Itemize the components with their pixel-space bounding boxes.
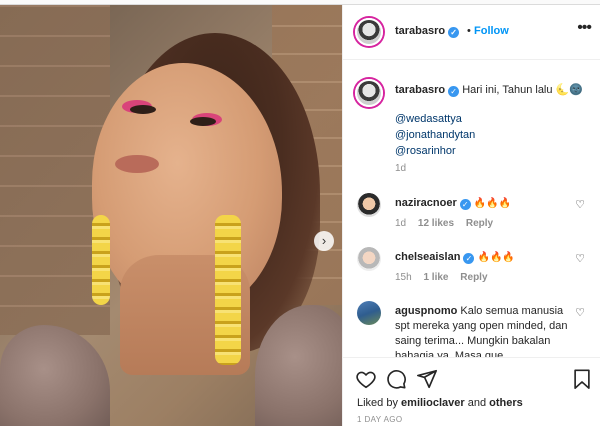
heart-icon[interactable] [355,368,377,390]
chevron-right-icon: › [321,233,327,248]
avatar[interactable] [357,247,381,271]
heart-icon[interactable]: ♡ [575,306,585,319]
post-side-panel: tarabasro ✓ • Follow ••• tarabasro ✓ Hari … [342,5,600,426]
photo-eye-right [190,117,216,126]
liked-by-user-link[interactable]: emilioclaver [401,397,465,409]
caption-username[interactable]: tarabasro [395,84,445,96]
photo-earring-right [215,215,241,365]
comment-text: 🔥🔥🔥 [473,198,512,209]
comments-list[interactable]: tarabasro ✓ Hari ini, Tahun lalu 🌜🌚 @weda… [343,61,600,357]
heart-icon[interactable]: ♡ [575,198,585,211]
comment-likes[interactable]: 12 likes [418,218,454,229]
next-photo-button[interactable]: › [314,231,334,251]
caption-avatar[interactable] [355,79,383,107]
comment-time: 1d [395,218,407,229]
share-icon[interactable] [416,368,438,390]
comment-username[interactable]: chelseaislan [395,251,460,263]
liked-by: Liked by emilioclaver and others [357,397,523,409]
verified-badge-icon: ✓ [459,199,471,210]
post-actions: Liked by emilioclaver and others 1 DAY A… [343,357,600,426]
post-header: tarabasro ✓ • Follow ••• [343,5,600,60]
photo-earring-left [92,215,110,305]
verified-badge-icon: ✓ [463,253,475,264]
caption-text: Hari ini, Tahun lalu [462,84,553,96]
post-card: › tarabasro ✓ • Follow ••• tarabasro ✓ Har… [0,4,600,426]
comment-text: 🔥🔥🔥 [477,252,515,263]
reply-button[interactable]: Reply [466,218,493,229]
avatar[interactable] [357,193,381,217]
tag-link[interactable]: @rosarinhor [395,143,475,159]
liked-by-mid: and [467,397,487,409]
comment-icon[interactable] [385,368,407,390]
page: › tarabasro ✓ • Follow ••• tarabasro ✓ Har… [0,0,600,426]
photo-lips [115,155,159,173]
verified-badge-icon: ✓ [448,27,460,38]
header-separator: • [467,25,471,37]
avatar[interactable] [355,18,383,46]
verified-badge-icon: ✓ [448,86,460,97]
photo-ruffle-left [0,325,110,426]
follow-button[interactable]: Follow [474,25,509,37]
username-link[interactable]: tarabasro [395,25,445,37]
comment-likes[interactable]: 1 like [423,272,448,283]
comment-username[interactable]: aguspnomo [395,305,457,317]
tag-link[interactable]: @wedasattya [395,111,475,127]
comment-meta: 1d 12 likes Reply [395,218,502,229]
caption-emoji: 🌜🌚 [555,84,583,96]
comment-time: 15h [395,272,412,283]
bookmark-icon[interactable] [571,368,593,390]
avatar[interactable] [357,301,381,325]
comment-username[interactable]: naziracnoer [395,197,457,209]
liked-by-prefix: Liked by [357,397,398,409]
caption-tags: @wedasattya @jonathandytan @rosarinhor [395,111,475,159]
more-icon[interactable]: ••• [577,19,592,37]
photo-eye-left [130,105,156,114]
tag-link[interactable]: @jonathandytan [395,127,475,143]
post-photo[interactable]: › [0,5,342,426]
comment-meta: 15h 1 like Reply [395,272,497,283]
heart-icon[interactable]: ♡ [575,252,585,265]
post-date[interactable]: 1 DAY AGO [357,415,403,424]
caption-time: 1d [395,163,407,174]
reply-button[interactable]: Reply [460,272,487,283]
liked-by-others-link[interactable]: others [489,397,523,409]
